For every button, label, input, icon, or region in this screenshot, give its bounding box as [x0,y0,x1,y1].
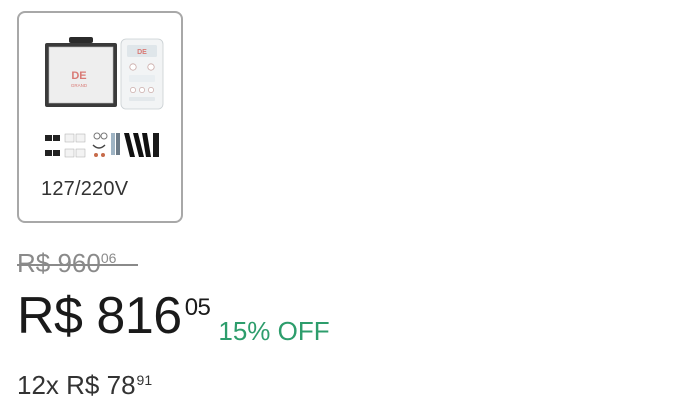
installments-main: 12x R$ 78 [17,370,136,400]
product-image: DE GRAND DE [45,37,164,158]
current-price-main: R$ 816 [17,287,182,345]
installments-cents: 91 [136,372,153,388]
variant-option-card[interactable]: DE GRAND DE 127/220V [17,11,183,223]
installments-info: 12x R$ 7891 [17,370,152,401]
brand-logo: DE [71,70,86,82]
current-price: R$ 816 05 [17,287,211,345]
variant-voltage-label: 127/220V [41,178,129,200]
current-price-cents: 05 [184,294,211,321]
current-price-row: R$ 816 05 15% OFF [17,290,330,347]
discount-badge: 15% OFF [218,316,330,346]
svg-text:GRAND: GRAND [71,83,88,88]
original-price: R$ 96006 [17,248,139,279]
original-price-main: R$ 960 [17,248,101,278]
svg-text:DE: DE [137,49,147,56]
strikethrough-line [17,264,139,267]
